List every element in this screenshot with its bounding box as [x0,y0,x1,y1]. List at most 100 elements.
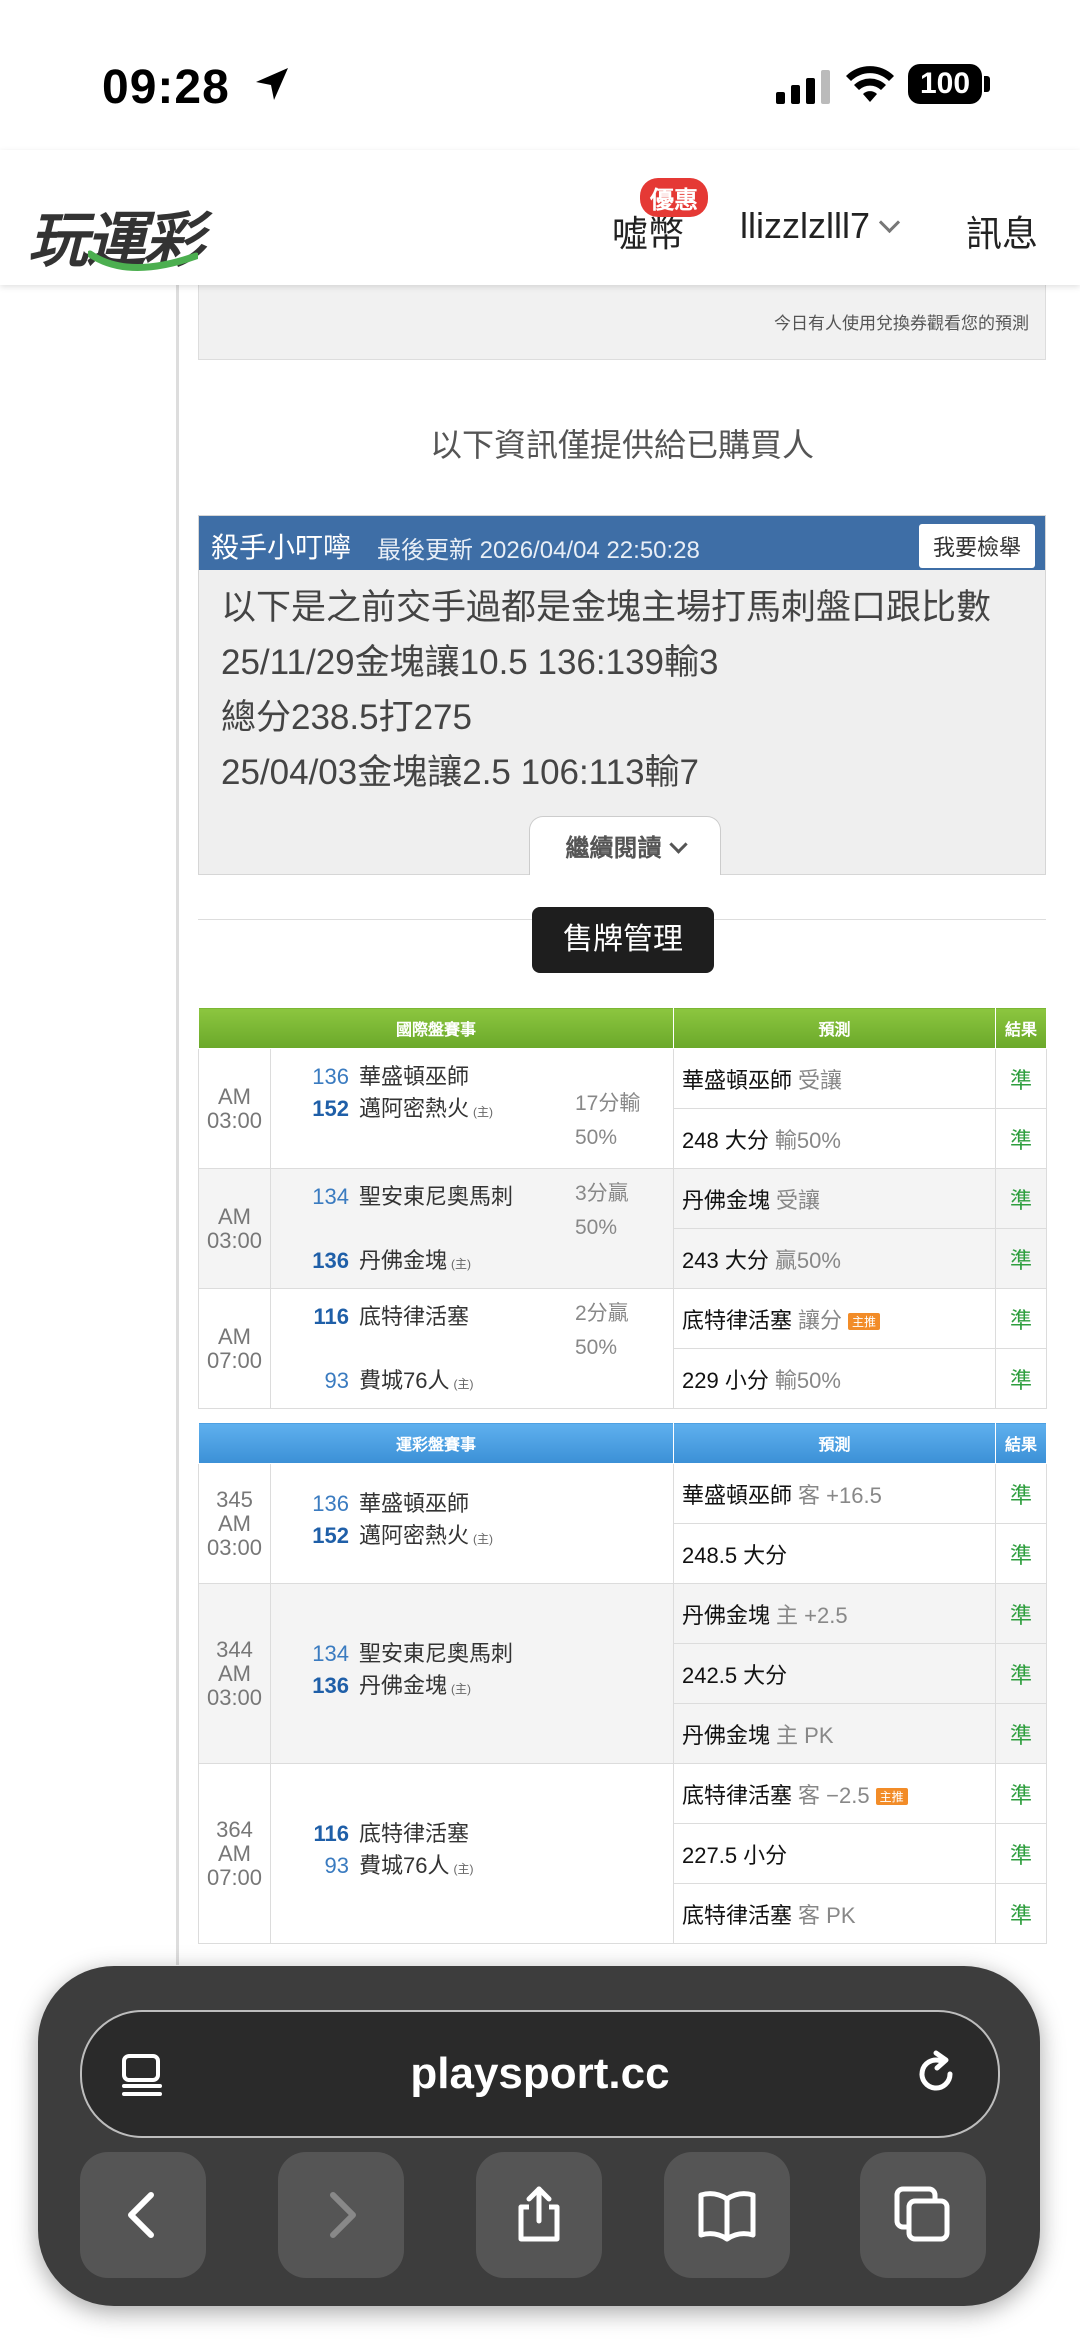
col-header-games: 國際盤賽事 [197,1007,675,1049]
tabs-icon [894,2186,950,2242]
prediction-sub: 受讓 [798,1067,843,1093]
home-team: 邁阿密熱火 [359,1096,470,1121]
home-tag: (主) [453,1377,474,1391]
home-tag: (主) [451,1682,472,1696]
prediction-main: 華盛頓巫師 [682,1482,793,1508]
game-time: AM 03:00 [206,1510,263,1560]
sidebar-divider [176,285,179,1965]
game-time: AM 03:00 [198,1048,271,1169]
prediction-main: 242.5 大分 [682,1662,788,1688]
away-team: 華盛頓巫師 [359,1491,470,1516]
result: 準 [995,1523,1048,1584]
matchup[interactable]: 116 底特律活塞 93 費城76人 (主) [269,1763,675,1944]
analysis-post: 殺手小叮嚀 最後更新 2026/04/04 22:50:28 我要檢舉 以下是之… [198,515,1046,875]
battery-tip [984,76,990,92]
game-code-time: 345 AM 03:00 [198,1463,271,1584]
matchup[interactable]: 134 聖安東尼奧馬刺 136 丹佛金塊 (主) 3分贏 50% [269,1168,675,1289]
prediction-sub: 贏50% [774,1247,841,1273]
away-team: 聖安東尼奧馬刺 [359,1641,514,1666]
featured-tag: 主推 [875,1788,908,1806]
prediction-main: 248.5 大分 [682,1542,788,1568]
location-arrow-icon [256,68,288,100]
prediction-main: 底特律活塞 [682,1307,793,1333]
matchup[interactable]: 116 底特律活塞 93 費城76人 (主) 2分贏 50% [269,1288,675,1409]
prediction: 243 大分 贏50% [673,1228,997,1289]
matchup[interactable]: 134 聖安東尼奧馬刺 136 丹佛金塊 (主) [269,1583,675,1764]
report-button[interactable]: 我要檢舉 [918,524,1035,568]
prediction: 242.5 大分 [673,1643,997,1704]
col-header-result: 結果 [995,1422,1048,1464]
outcome-line: 17分輸 [575,1092,641,1115]
buyers-only-notice: 以下資訊僅提供給已購買人 [429,427,814,463]
team-number: 136 [312,1491,349,1516]
post-body: 以下是之前交手過都是金塊主場打馬刺盤口跟比數 25/11/29金塊讓10.5 1… [199,570,1045,800]
prediction-main: 丹佛金塊 [682,1722,771,1748]
team-number: 152 [312,1523,349,1548]
featured-tag: 主推 [848,1313,881,1331]
prediction-main: 底特律活塞 [682,1782,793,1808]
prediction-main: 丹佛金塊 [682,1187,771,1213]
result: 準 [995,1883,1048,1944]
share-icon [518,2186,560,2242]
sales-manage-button[interactable]: 售牌管理 [532,907,714,973]
team-number: 116 [313,1304,350,1329]
battery-icon: 100 [908,64,982,104]
post-line: 25/04/03金塊讓2.5 106:113輸7 [221,753,700,792]
matchup[interactable]: 136 華盛頓巫師 152 邁阿密熱火 (主) 17分輸 50% [269,1048,675,1169]
outcome-line: 50% [575,1336,618,1359]
team-number: 93 [324,1853,349,1878]
result: 準 [995,1703,1048,1764]
team-number: 136 [312,1673,349,1698]
address-bar[interactable]: playsport.cc [80,2010,1000,2138]
prediction-sub: 輸50% [774,1367,841,1393]
prediction: 底特律活塞 讓分 主推 [673,1288,997,1349]
outcome-line: 3分贏 [575,1182,629,1205]
away-team: 底特律活塞 [359,1821,470,1846]
game-code: 364 [216,1816,253,1842]
back-button[interactable] [80,2152,206,2278]
team-number: 93 [324,1368,349,1393]
bookmarks-button[interactable] [664,2152,790,2278]
read-more-label: 繼續閱讀 [565,835,662,862]
team-number: 136 [312,1248,349,1273]
game-time: AM 07:00 [206,1840,263,1890]
sport-lottery-games-table: 運彩盤賽事 預測 結果 345 AM 03:00 136 華盛頓巫師 152 邁阿密熱… [197,1422,1048,1944]
browser-toolbar: playsport.cc [38,1966,1040,2306]
matchup[interactable]: 136 華盛頓巫師 152 邁阿密熱火 (主) [269,1463,675,1584]
team-number: 134 [312,1184,349,1209]
tabs-button[interactable] [860,2152,986,2278]
voucher-note: 今日有人使用兌換券觀看您的預測 [774,314,1029,333]
outcome-line: 50% [575,1216,618,1239]
result: 準 [995,1463,1048,1524]
book-icon [698,2191,756,2242]
outcome-line: 50% [575,1126,618,1149]
outcome-line: 2分贏 [575,1302,629,1325]
prediction-main: 丹佛金塊 [682,1602,771,1628]
prediction: 248 大分 輸50% [673,1108,997,1169]
result: 準 [995,1228,1048,1289]
away-team: 華盛頓巫師 [359,1064,470,1089]
team-number: 152 [312,1096,349,1121]
post-header: 殺手小叮嚀 最後更新 2026/04/04 22:50:28 我要檢舉 [199,516,1045,570]
reload-icon[interactable] [910,2048,962,2100]
col-header-result: 結果 [995,1007,1048,1049]
read-more-button[interactable]: 繼續閱讀 [529,816,721,875]
prediction: 229 小分 輸50% [673,1348,997,1409]
share-button[interactable] [476,2152,602,2278]
post-author[interactable]: 殺手小叮嚀 [211,526,351,566]
post-line: 25/11/29金塊讓10.5 136:139輸3 [221,643,719,682]
prediction: 248.5 大分 [673,1523,997,1584]
nav-messages[interactable]: 訊息 [966,205,1038,257]
logo-swoosh [88,250,198,271]
cellular-signal-icon [776,70,830,104]
user-menu[interactable]: llizzlzlll7 [740,205,901,247]
prediction-summary-box: 今日有人使用兌換券觀看您的預測 [198,285,1046,360]
prediction-main: 227.5 小分 [682,1842,788,1868]
forward-button[interactable] [278,2152,404,2278]
game-code: 345 [216,1486,253,1512]
game-time: AM 03:00 [198,1168,271,1289]
prediction-sub: 客 −2.5 [798,1782,870,1808]
home-tag: (主) [451,1257,472,1271]
team-number: 136 [312,1064,349,1089]
post-line: 總分238.5打275 [221,698,472,737]
